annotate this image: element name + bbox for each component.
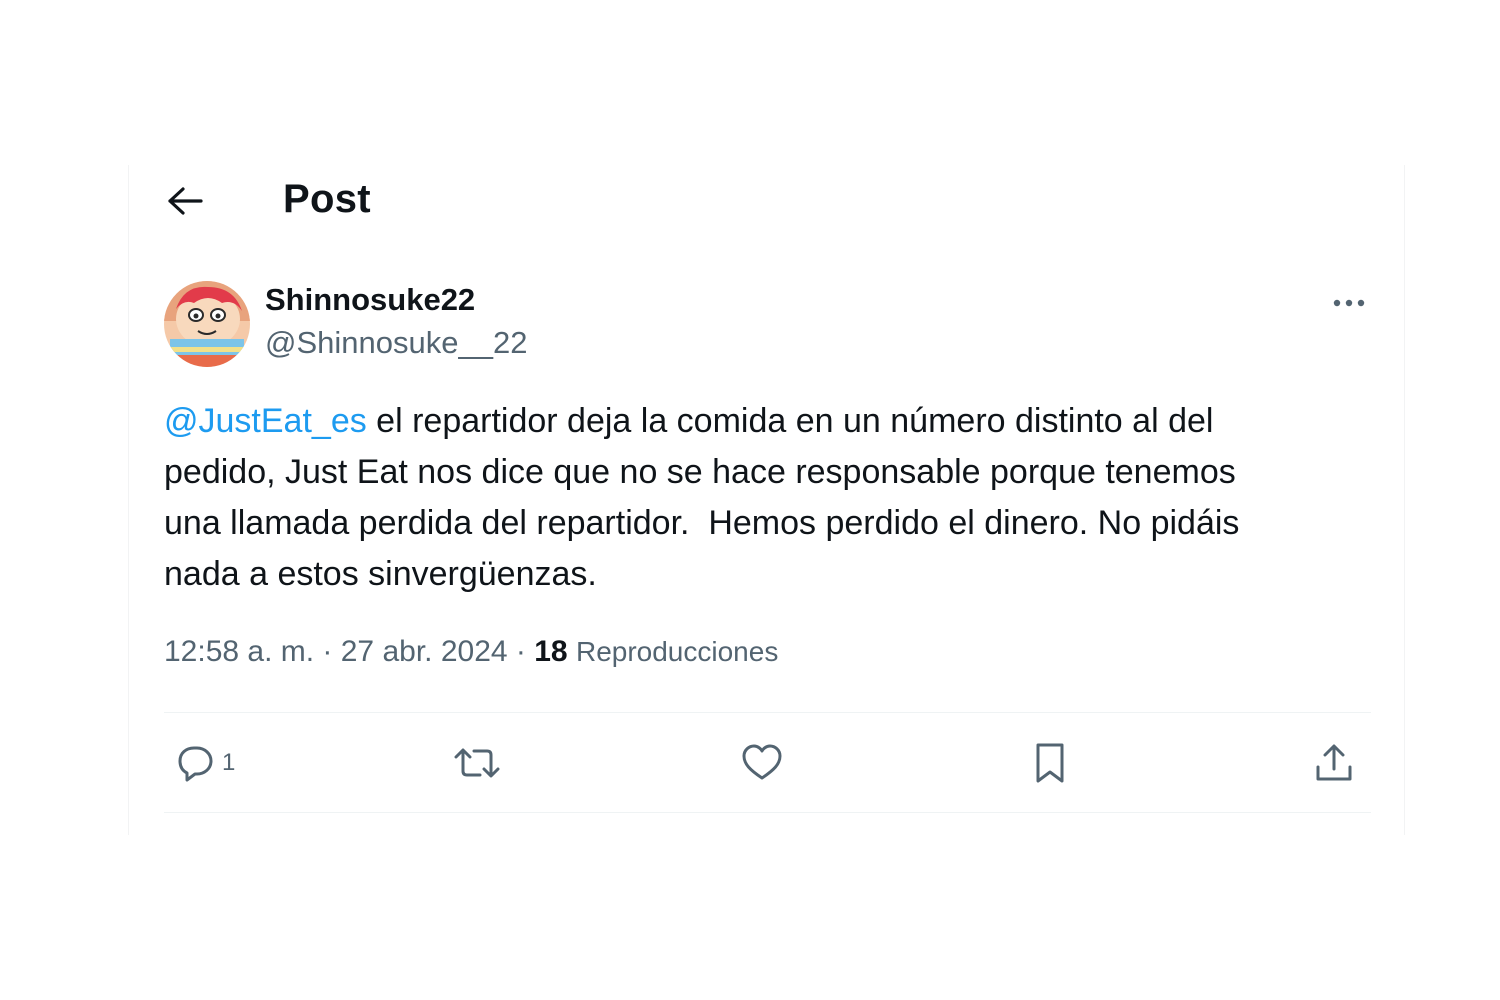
page-title: Post — [283, 177, 371, 221]
author-handle[interactable]: @Shinnosuke__22 — [265, 325, 527, 361]
post-timestamp[interactable]: 12:58 a. m. · 27 abr. 2024 — [164, 635, 508, 668]
back-button[interactable] — [163, 181, 207, 221]
arrow-left-icon — [166, 186, 204, 216]
meta-separator: · — [507, 635, 535, 668]
avatar-cartoon-icon — [164, 281, 250, 367]
top-bar: Post — [129, 165, 1404, 237]
divider-top — [164, 712, 1371, 713]
bookmark-icon — [1032, 741, 1068, 785]
views-label[interactable]: Reproducciones — [576, 636, 778, 667]
share-button[interactable] — [1312, 741, 1356, 785]
post-meta: 12:58 a. m. · 27 abr. 2024 · 18 Reproduc… — [164, 635, 778, 669]
post-text: @JustEat_es el repartidor deja la comida… — [164, 396, 1364, 600]
author-display-name[interactable]: Shinnosuke22 — [265, 282, 475, 318]
divider-bottom — [164, 812, 1371, 813]
avatar[interactable] — [164, 281, 250, 367]
repost-icon — [452, 743, 502, 783]
more-options-button[interactable] — [1327, 285, 1371, 321]
reply-count: 1 — [222, 749, 236, 776]
views-count: 18 — [534, 635, 568, 668]
action-bar: 1 — [164, 725, 1371, 801]
more-horizontal-icon — [1332, 299, 1366, 307]
repost-button[interactable] — [452, 741, 502, 785]
like-icon — [740, 743, 784, 783]
like-button[interactable] — [740, 741, 784, 785]
reply-button[interactable]: 1 — [174, 741, 235, 785]
reply-icon — [174, 743, 216, 783]
share-icon — [1312, 741, 1356, 785]
mention-link[interactable]: @JustEat_es — [164, 402, 367, 440]
post-card: Post Shinnosuke22 @Shinnosuke__22 @JustE… — [128, 165, 1405, 835]
bookmark-button[interactable] — [1032, 741, 1068, 785]
